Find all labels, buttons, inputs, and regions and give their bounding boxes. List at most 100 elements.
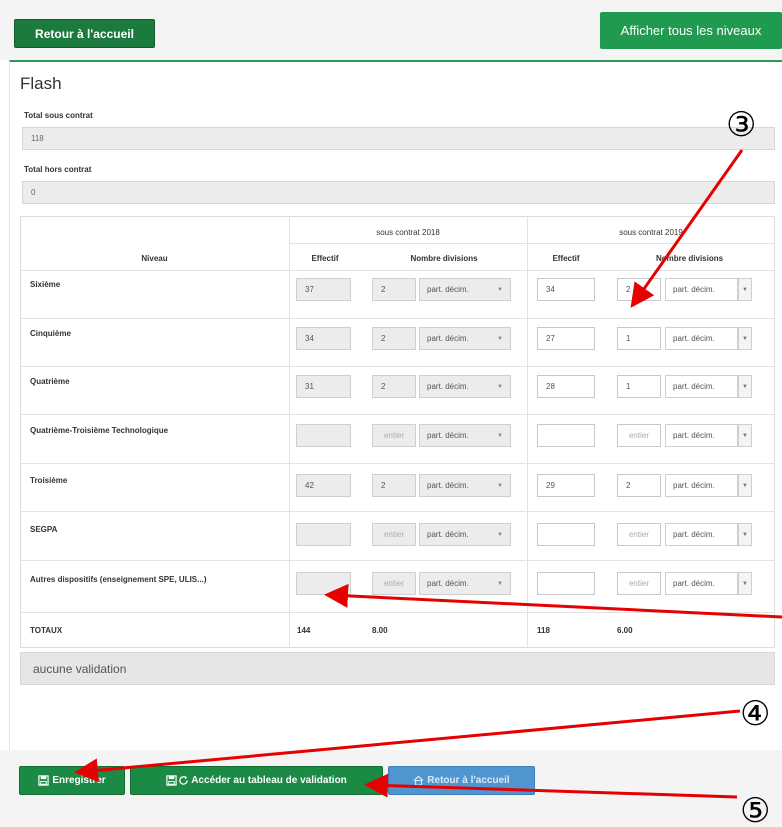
divisions-2019-input[interactable]: 2 — [617, 474, 661, 497]
caret-down-icon[interactable]: ▼ — [738, 424, 752, 447]
caret-down-icon[interactable]: ▼ — [738, 278, 752, 301]
validation-table-button[interactable]: Accéder au tableau de validation — [130, 766, 383, 795]
divisions-2019-input[interactable]: entier — [617, 424, 661, 447]
total-effectif-2018: 144 — [297, 626, 311, 635]
header-divider — [20, 270, 775, 271]
divisions-2018-field: 2 — [372, 327, 416, 350]
decimal-2019-select[interactable]: part. décim. — [665, 523, 738, 546]
total-divisions-2019: 6.00 — [617, 626, 633, 635]
divisions-2019-input[interactable]: 1 — [617, 375, 661, 398]
validation-status: aucune validation — [20, 652, 775, 685]
select-label: part. décim. — [427, 481, 469, 490]
floppy-disk-icon — [166, 775, 177, 786]
effectif-2019-input[interactable] — [537, 424, 595, 447]
select-label: part. décim. — [427, 579, 469, 588]
row-divider — [20, 612, 775, 613]
return-home-label: Retour à l'accueil — [427, 775, 510, 786]
row-label: SEGPA — [30, 525, 58, 534]
caret-down-icon[interactable]: ▼ — [738, 572, 752, 595]
row-divider — [20, 366, 775, 367]
decimal-2019-select[interactable]: part. décim. — [665, 327, 738, 350]
annotation-marker-4: ④ — [740, 694, 771, 734]
effectif-2019-input[interactable]: 28 — [537, 375, 595, 398]
save-button[interactable]: Enregistrer — [19, 766, 125, 795]
select-label: part. décim. — [673, 579, 715, 588]
caret-down-icon[interactable]: ▼ — [738, 327, 752, 350]
effectif-2018-field — [296, 523, 351, 546]
caret-down-icon[interactable]: ▼ — [738, 375, 752, 398]
effectif-2018-field: 37 — [296, 278, 351, 301]
column-header-divisions-2019: Nombre divisions — [655, 254, 724, 263]
caret-down-icon[interactable]: ▼ — [738, 523, 752, 546]
total-hors-contrat-field: 0 — [22, 181, 775, 204]
effectif-2018-field: 42 — [296, 474, 351, 497]
decimal-2019-select[interactable]: part. décim. — [665, 278, 738, 301]
validation-table-label: Accéder au tableau de validation — [191, 775, 347, 786]
column-header-divisions-2018: Nombre divisions — [410, 254, 478, 263]
row-divider — [20, 463, 775, 464]
save-button-label: Enregistrer — [52, 775, 106, 786]
decimal-2019-select[interactable]: part. décim. — [665, 474, 738, 497]
effectif-2019-input[interactable]: 34 — [537, 278, 595, 301]
select-label: part. décim. — [427, 431, 469, 440]
totals-label: TOTAUX — [30, 626, 63, 635]
show-all-levels-button[interactable]: Afficher tous les niveaux — [600, 12, 782, 49]
select-label: part. décim. — [673, 334, 715, 343]
column-divider — [527, 216, 528, 648]
total-sous-contrat-field: 118 — [22, 127, 775, 150]
row-divider — [20, 560, 775, 561]
divisions-2019-input[interactable]: 2 — [617, 278, 661, 301]
divisions-2019-input[interactable]: entier — [617, 572, 661, 595]
row-label: Quatrième — [30, 377, 70, 386]
header-divider — [289, 243, 775, 244]
select-label: part. décim. — [427, 382, 469, 391]
effectif-2018-field: 31 — [296, 375, 351, 398]
column-divider — [289, 216, 290, 648]
caret-down-icon[interactable]: ▼ — [738, 474, 752, 497]
column-header-niveau: Niveau — [141, 254, 168, 263]
total-effectif-2019: 118 — [537, 626, 550, 635]
effectif-2018-field — [296, 572, 351, 595]
divisions-2019-input[interactable]: entier — [617, 523, 661, 546]
select-label: part. décim. — [673, 481, 715, 490]
decimal-2019-select[interactable]: part. décim. — [665, 424, 738, 447]
annotation-marker-3: ③ — [726, 105, 757, 145]
row-label: Quatrième-Troisième Technologique — [30, 426, 169, 435]
divisions-2019-input[interactable]: 1 — [617, 327, 661, 350]
caret-down-icon: ▼ — [497, 433, 503, 439]
row-divider — [20, 414, 775, 415]
select-label: part. décim. — [427, 285, 469, 294]
divisions-2018-field: entier — [372, 572, 416, 595]
row-divider — [20, 318, 775, 319]
return-home-button[interactable]: Retour à l'accueil — [388, 766, 535, 795]
row-label: Autres dispositifs (enseignement SPE, UL… — [30, 575, 207, 584]
caret-down-icon: ▼ — [497, 581, 503, 587]
column-header-effectif-2018: Effectif — [311, 254, 339, 263]
annotation-marker-5: ⑤ — [740, 791, 771, 827]
select-label: part. décim. — [673, 382, 715, 391]
divisions-2018-field: 2 — [372, 474, 416, 497]
caret-down-icon: ▼ — [497, 483, 503, 489]
divisions-2018-field: entier — [372, 523, 416, 546]
effectif-2019-input[interactable] — [537, 523, 595, 546]
decimal-2019-select[interactable]: part. décim. — [665, 572, 738, 595]
effectif-2019-input[interactable]: 27 — [537, 327, 595, 350]
divisions-2018-field: 2 — [372, 375, 416, 398]
caret-down-icon: ▼ — [497, 532, 503, 538]
home-icon — [413, 775, 424, 786]
back-home-button[interactable]: Retour à l'accueil — [14, 19, 155, 48]
row-label: Troisième — [30, 476, 68, 485]
group-header-2018: sous contrat 2018 — [376, 228, 440, 237]
divisions-2018-field: 2 — [372, 278, 416, 301]
caret-down-icon: ▼ — [497, 287, 503, 293]
decimal-2019-select[interactable]: part. décim. — [665, 375, 738, 398]
caret-down-icon: ▼ — [497, 336, 503, 342]
effectif-2018-field — [296, 424, 351, 447]
effectif-2019-input[interactable] — [537, 572, 595, 595]
select-label: part. décim. — [673, 285, 715, 294]
floppy-disk-icon — [38, 775, 49, 786]
select-label: part. décim. — [673, 431, 715, 440]
effectif-2019-input[interactable]: 29 — [537, 474, 595, 497]
page-title: Flash — [20, 74, 62, 93]
row-divider — [20, 511, 775, 512]
